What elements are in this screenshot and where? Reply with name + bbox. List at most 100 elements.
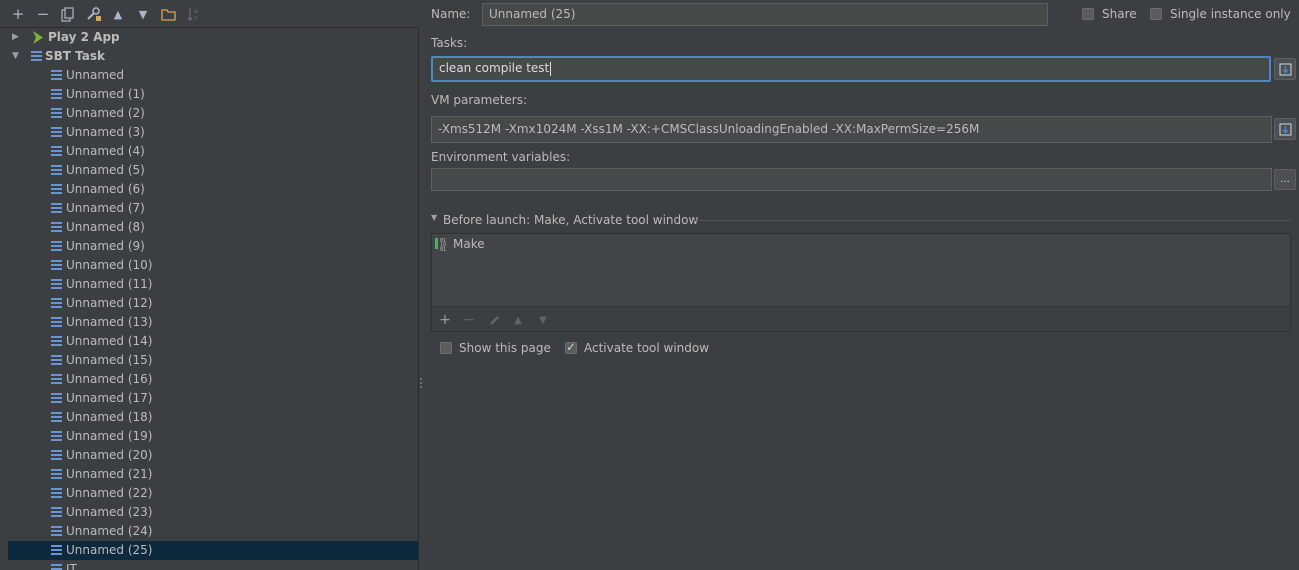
tree-item-label: Unnamed (24): [66, 524, 153, 538]
folder-icon[interactable]: [158, 4, 178, 24]
tree-item-label: Unnamed (4): [66, 144, 145, 158]
share-label: Share: [1102, 7, 1137, 21]
tree-item[interactable]: Unnamed: [8, 66, 418, 85]
sbt-task-icon: [51, 317, 62, 328]
before-launch-panel: 01 10 01 Make + − ▲ ▼: [431, 233, 1291, 332]
sbt-task-icon: [51, 184, 62, 195]
tasks-expand-button[interactable]: [1274, 58, 1296, 80]
tree-item[interactable]: Unnamed (18): [8, 408, 418, 427]
tree-item[interactable]: Unnamed (24): [8, 522, 418, 541]
move-down-icon[interactable]: ▼: [534, 311, 552, 329]
sbt-task-icon: [51, 108, 62, 119]
share-checkbox[interactable]: [1082, 8, 1094, 20]
tree-item-label: Unnamed (6): [66, 182, 145, 196]
tree-item[interactable]: Unnamed (4): [8, 142, 418, 161]
add-icon[interactable]: +: [436, 311, 454, 329]
before-launch-header[interactable]: ▼ Before launch: Make, Activate tool win…: [431, 213, 1291, 227]
tree-item[interactable]: Unnamed (19): [8, 427, 418, 446]
edit-icon[interactable]: [485, 311, 503, 329]
tree-item[interactable]: Unnamed (2): [8, 104, 418, 123]
remove-icon[interactable]: −: [33, 4, 53, 24]
before-launch-toolbar: + − ▲ ▼: [432, 306, 1290, 333]
before-launch-label: Before launch: Make, Activate tool windo…: [443, 213, 699, 227]
tree-item[interactable]: Unnamed (25): [8, 541, 418, 560]
copy-icon[interactable]: [58, 4, 78, 24]
tree-item[interactable]: Unnamed (3): [8, 123, 418, 142]
tree-item[interactable]: Unnamed (10): [8, 256, 418, 275]
tree-node-sbt-task[interactable]: ▼ SBT Task: [0, 47, 418, 66]
sbt-task-icon: [51, 127, 62, 138]
sbt-task-icon: [51, 165, 62, 176]
expand-field-icon: [1279, 123, 1291, 135]
tree-item-label: Unnamed (15): [66, 353, 153, 367]
single-instance-checkbox[interactable]: [1150, 8, 1162, 20]
vm-parameters-input[interactable]: -Xms512M -Xmx1024M -Xss1M -XX:+CMSClassU…: [431, 116, 1272, 143]
edit-defaults-icon[interactable]: [84, 4, 104, 24]
tree-item-label: Unnamed (8): [66, 220, 145, 234]
sbt-task-icon: [51, 526, 62, 537]
svg-text:z: z: [194, 15, 197, 22]
tree-item[interactable]: Unnamed (9): [8, 237, 418, 256]
list-item[interactable]: 01 10 01 Make: [434, 236, 734, 253]
tree-item[interactable]: Unnamed (13): [8, 313, 418, 332]
tree-item[interactable]: Unnamed (21): [8, 465, 418, 484]
before-launch-list: 01 10 01 Make: [432, 234, 1290, 306]
tree-item-label: IT: [66, 562, 77, 570]
tree-item[interactable]: Unnamed (1): [8, 85, 418, 104]
vm-expand-button[interactable]: [1274, 118, 1296, 140]
sbt-task-icon: [51, 431, 62, 442]
tree-item-label: Unnamed (3): [66, 125, 145, 139]
tree-item[interactable]: Unnamed (8): [8, 218, 418, 237]
tree-item-label: Unnamed (12): [66, 296, 153, 310]
environment-variables-browse-button[interactable]: ...: [1274, 169, 1296, 190]
play-framework-icon: [31, 30, 45, 45]
environment-variables-label: Environment variables:: [431, 150, 571, 164]
tree-item-label: Unnamed (13): [66, 315, 153, 329]
move-up-icon[interactable]: ▲: [509, 311, 527, 329]
sbt-task-icon: [31, 51, 42, 62]
tree-item-label: Unnamed (21): [66, 467, 153, 481]
remove-icon[interactable]: −: [460, 311, 478, 329]
tree-item[interactable]: Unnamed (22): [8, 484, 418, 503]
tree-node-label: SBT Task: [45, 49, 106, 63]
tree-item-label: Unnamed (10): [66, 258, 153, 272]
tree-item[interactable]: Unnamed (15): [8, 351, 418, 370]
environment-variables-input[interactable]: [431, 168, 1272, 191]
tree-item[interactable]: Unnamed (7): [8, 199, 418, 218]
tree-item[interactable]: Unnamed (11): [8, 275, 418, 294]
tree-item[interactable]: Unnamed (23): [8, 503, 418, 522]
tree-item-label: Unnamed (20): [66, 448, 153, 462]
move-up-icon[interactable]: ▲: [108, 4, 128, 24]
svg-text:a: a: [194, 8, 198, 15]
show-page-label: Show this page: [459, 341, 551, 355]
tree-item[interactable]: IT: [8, 560, 418, 570]
section-divider: [693, 220, 1291, 221]
collapse-arrow-icon[interactable]: ▼: [12, 47, 24, 66]
add-icon[interactable]: +: [8, 4, 28, 24]
show-page-checkbox[interactable]: [440, 342, 452, 354]
tree-node-play-app[interactable]: ▶ Play 2 App: [0, 28, 418, 47]
tree-item[interactable]: Unnamed (14): [8, 332, 418, 351]
tree-item-label: Unnamed (16): [66, 372, 153, 386]
make-icon: 01 10 01: [435, 237, 449, 253]
tree-item[interactable]: Unnamed (20): [8, 446, 418, 465]
tree-item[interactable]: Unnamed (12): [8, 294, 418, 313]
tree-item-label: Unnamed (23): [66, 505, 153, 519]
tree-item-label: Unnamed (9): [66, 239, 145, 253]
vm-parameters-label: VM parameters:: [431, 93, 528, 107]
sbt-task-icon: [51, 488, 62, 499]
activate-tool-window-label: Activate tool window: [584, 341, 710, 355]
collapse-arrow-icon[interactable]: ▼: [431, 213, 437, 222]
tree-item[interactable]: Unnamed (17): [8, 389, 418, 408]
name-label: Name:: [431, 7, 471, 21]
sbt-task-icon: [51, 279, 62, 290]
name-input[interactable]: Unnamed (25): [482, 3, 1048, 26]
tree-item[interactable]: Unnamed (16): [8, 370, 418, 389]
tasks-input[interactable]: clean compile test: [431, 56, 1271, 82]
tree-item[interactable]: Unnamed (5): [8, 161, 418, 180]
sort-icon[interactable]: az: [184, 4, 204, 24]
move-down-icon[interactable]: ▼: [133, 4, 153, 24]
tree-item[interactable]: Unnamed (6): [8, 180, 418, 199]
expand-arrow-icon[interactable]: ▶: [12, 28, 24, 47]
activate-tool-window-checkbox[interactable]: [565, 340, 577, 354]
